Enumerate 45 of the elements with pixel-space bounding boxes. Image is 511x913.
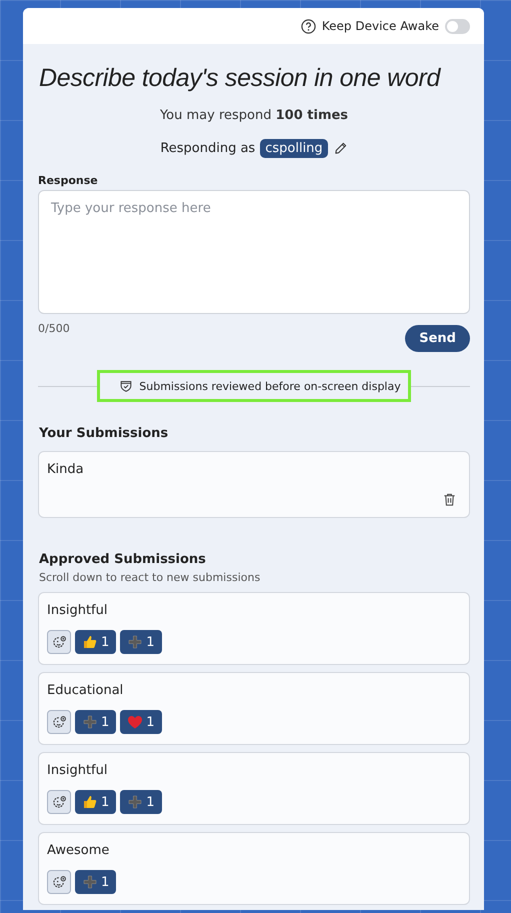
review-notice-text: Submissions reviewed before on-screen display (139, 380, 401, 392)
poll-question: Describe today's session in one word (39, 64, 442, 93)
shield-check-icon (119, 379, 134, 393)
username-badge: cspolling (260, 139, 328, 158)
submission-text: Kinda (47, 462, 85, 477)
keep-awake-toggle[interactable] (445, 18, 470, 34)
submission-text: Insightful (47, 763, 108, 778)
trash-icon[interactable] (442, 492, 457, 507)
add-emoji-icon (52, 634, 66, 650)
add-reaction-button[interactable] (47, 630, 71, 654)
scroll-hint: Scroll down to react to new submissions (39, 571, 262, 584)
submission-text: Awesome (47, 843, 110, 858)
character-counter: 0/500 (38, 322, 70, 335)
submission-text: Insightful (47, 603, 108, 618)
plus-icon (127, 634, 144, 650)
pencil-icon[interactable] (332, 141, 348, 156)
plus-icon (82, 874, 98, 890)
add-reaction-button[interactable] (47, 790, 71, 814)
add-emoji-icon (52, 874, 66, 890)
thumbs-up-icon (82, 794, 98, 810)
reaction-chip[interactable]: 1 (120, 710, 162, 734)
reaction-chip[interactable]: 1 (75, 870, 116, 894)
plus-icon (82, 714, 98, 730)
add-reaction-button[interactable] (47, 870, 71, 894)
responding-label: Responding as (160, 141, 256, 156)
response-limit: You may respond 100 times (158, 108, 350, 123)
reaction-chip[interactable]: 1 (120, 630, 162, 654)
keep-awake-label: Keep Device Awake (322, 19, 439, 33)
response-label: Response (38, 174, 99, 187)
reaction-chip[interactable]: 1 (75, 710, 116, 734)
plus-icon (127, 794, 144, 810)
add-emoji-icon (52, 794, 66, 810)
reaction-chip[interactable]: 1 (75, 790, 116, 814)
your-submissions-heading: Your Submissions (39, 426, 170, 441)
add-reaction-button[interactable] (47, 710, 71, 734)
send-button[interactable]: Send (405, 325, 470, 352)
approved-submissions-heading: Approved Submissions (39, 552, 207, 567)
reaction-chip[interactable]: 1 (120, 790, 162, 814)
response-field[interactable]: Type your response here (38, 190, 470, 314)
thumbs-up-icon (82, 634, 98, 650)
help-icon[interactable] (300, 18, 316, 34)
reaction-chip[interactable]: 1 (75, 630, 116, 654)
add-emoji-icon (52, 714, 66, 730)
submission-text: Educational (47, 683, 124, 698)
heart-icon (127, 714, 144, 730)
